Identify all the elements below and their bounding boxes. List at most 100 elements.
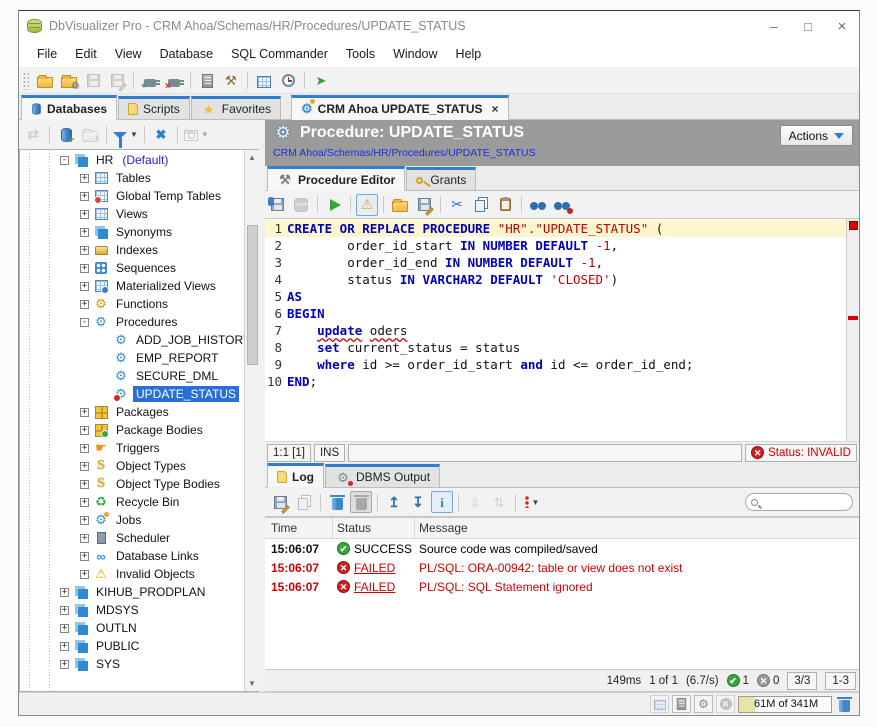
column-time[interactable]: Time bbox=[265, 518, 333, 538]
tree-item-hr[interactable]: -HR(Default) bbox=[20, 151, 244, 169]
tree-expand-box[interactable]: + bbox=[60, 660, 69, 669]
tree-expand-box[interactable]: + bbox=[80, 246, 89, 255]
scrollbar-up-icon[interactable]: ▲ bbox=[245, 150, 259, 165]
tab-crm-ahoa-update-status[interactable]: CRM Ahoa UPDATE_STATUS × bbox=[291, 95, 509, 120]
menu-window[interactable]: Window bbox=[385, 43, 445, 65]
grid-window-button[interactable] bbox=[253, 70, 275, 92]
menu-view[interactable]: View bbox=[107, 43, 150, 65]
find-button[interactable] bbox=[527, 194, 549, 216]
tab-procedure-editor[interactable]: Procedure Editor bbox=[267, 166, 405, 191]
tree-item-public[interactable]: +PUBLIC bbox=[20, 637, 244, 655]
tree-expand-box[interactable]: + bbox=[80, 210, 89, 219]
tree-item-mdsys[interactable]: +MDSYS bbox=[20, 601, 244, 619]
grid-status-button[interactable] bbox=[650, 695, 669, 713]
gc-trash-button[interactable] bbox=[835, 695, 854, 713]
error-marker-top[interactable] bbox=[849, 221, 858, 230]
save-proc-button[interactable] bbox=[266, 194, 288, 216]
tree-item-invalid-objects[interactable]: +Invalid Objects bbox=[20, 565, 244, 583]
open-folder-button[interactable] bbox=[389, 194, 411, 216]
tree-item-recycle-bin[interactable]: +Recycle Bin bbox=[20, 493, 244, 511]
tree-expand-box[interactable]: + bbox=[80, 426, 89, 435]
tools-button[interactable] bbox=[220, 70, 242, 92]
tree-item-indexes[interactable]: +Indexes bbox=[20, 241, 244, 259]
tree-expand-box[interactable]: + bbox=[80, 300, 89, 309]
actions-button[interactable]: Actions bbox=[780, 125, 853, 146]
column-status[interactable]: Status bbox=[333, 518, 415, 538]
tree-expand-box[interactable]: + bbox=[80, 570, 89, 579]
tree-item-update-status[interactable]: UPDATE_STATUS bbox=[20, 385, 244, 403]
create-db-button[interactable]: + bbox=[55, 124, 77, 146]
disconnect-button[interactable]: × bbox=[163, 70, 185, 92]
code-line-2[interactable]: 2 order_id_start IN NUMBER DEFAULT -1, bbox=[265, 237, 846, 254]
tree-expand-box[interactable]: + bbox=[80, 174, 89, 183]
code-line-10[interactable]: 10END; bbox=[265, 373, 846, 390]
maximize-button[interactable]: □ bbox=[791, 11, 825, 41]
tree-collapse-box[interactable]: - bbox=[80, 318, 89, 327]
tree-item-jobs[interactable]: +Jobs bbox=[20, 511, 244, 529]
tree-expand-box[interactable]: + bbox=[80, 444, 89, 453]
tree-item-database-links[interactable]: +Database Links bbox=[20, 547, 244, 565]
tree-item-tables[interactable]: +Tables bbox=[20, 169, 244, 187]
code-line-1[interactable]: 1CREATE OR REPLACE PROCEDURE "HR"."UPDAT… bbox=[265, 220, 846, 237]
sql-editor[interactable]: 1CREATE OR REPLACE PROCEDURE "HR"."UPDAT… bbox=[265, 219, 859, 441]
copy-button[interactable] bbox=[470, 194, 492, 216]
tree-item-scheduler[interactable]: +Scheduler bbox=[20, 529, 244, 547]
scroll-bottom-button[interactable] bbox=[407, 491, 429, 513]
info-button[interactable] bbox=[431, 491, 453, 513]
tree-expand-box[interactable]: + bbox=[80, 264, 89, 273]
log-row[interactable]: 15:06:07✕FAILEDPL/SQL: SQL Statement ign… bbox=[265, 577, 859, 596]
tree-expand-box[interactable]: + bbox=[80, 498, 89, 507]
tree-expand-box[interactable]: + bbox=[80, 552, 89, 561]
tree-item-procedures[interactable]: -Procedures bbox=[20, 313, 244, 331]
memory-gauge[interactable]: 61M of 341M bbox=[738, 696, 832, 713]
tree-expand-box[interactable]: + bbox=[60, 588, 69, 597]
toolbar-grip[interactable] bbox=[23, 72, 29, 90]
code-lines[interactable]: 1CREATE OR REPLACE PROCEDURE "HR"."UPDAT… bbox=[265, 219, 846, 441]
save-as-button[interactable] bbox=[413, 194, 435, 216]
connect-button[interactable]: + bbox=[139, 70, 161, 92]
tree-item-object-type-bodies[interactable]: +Object Type Bodies bbox=[20, 475, 244, 493]
minimize-button[interactable]: – bbox=[757, 11, 791, 41]
code-line-5[interactable]: 5AS bbox=[265, 288, 846, 305]
log-search-input[interactable] bbox=[762, 496, 842, 508]
tree-collapse-box[interactable]: - bbox=[60, 156, 69, 165]
monitor-clock-button[interactable] bbox=[277, 70, 299, 92]
menu-help[interactable]: Help bbox=[448, 43, 490, 65]
code-line-9[interactable]: 9 where id >= order_id_start and id <= o… bbox=[265, 356, 846, 373]
tab-grants[interactable]: Grants bbox=[406, 167, 476, 190]
menu-file[interactable]: File bbox=[29, 43, 65, 65]
collapse-all-button[interactable] bbox=[150, 124, 172, 146]
close-button[interactable]: × bbox=[825, 11, 859, 41]
scrollbar-thumb[interactable] bbox=[247, 225, 258, 365]
tree-item-packages[interactable]: +Packages bbox=[20, 403, 244, 421]
menu-database[interactable]: Database bbox=[152, 43, 222, 65]
menu-tools[interactable]: Tools bbox=[338, 43, 383, 65]
tree-item-outln[interactable]: +OUTLN bbox=[20, 619, 244, 637]
code-line-7[interactable]: 7 update oders bbox=[265, 322, 846, 339]
tree-expand-box[interactable]: + bbox=[80, 192, 89, 201]
tree-expand-box[interactable]: + bbox=[60, 624, 69, 633]
code-line-4[interactable]: 4 status IN VARCHAR2 DEFAULT 'CLOSED') bbox=[265, 271, 846, 288]
tree-expand-box[interactable]: + bbox=[80, 408, 89, 417]
warning-button[interactable] bbox=[356, 194, 378, 216]
tree-expand-box[interactable]: + bbox=[60, 642, 69, 651]
save-as-button[interactable] bbox=[269, 491, 291, 513]
more-button[interactable]: ▼ bbox=[521, 491, 543, 513]
log-row[interactable]: 15:06:07✔SUCCESSSource code was compiled… bbox=[265, 539, 859, 558]
tree-expand-box[interactable]: + bbox=[80, 462, 89, 471]
tab-close-icon[interactable]: × bbox=[492, 102, 499, 116]
tab-log[interactable]: Log bbox=[267, 463, 324, 488]
code-line-3[interactable]: 3 order_id_end IN NUMBER DEFAULT -1, bbox=[265, 254, 846, 271]
delete-button[interactable] bbox=[326, 491, 348, 513]
code-line-8[interactable]: 8 set current_status = status bbox=[265, 339, 846, 356]
column-message[interactable]: Message bbox=[415, 521, 859, 535]
tree-item-kihub-prodplan[interactable]: +KIHUB_PRODPLAN bbox=[20, 583, 244, 601]
tree-item-global-temp-tables[interactable]: +Global Temp Tables bbox=[20, 187, 244, 205]
tree-expand-box[interactable]: + bbox=[80, 516, 89, 525]
paste-button[interactable] bbox=[494, 194, 516, 216]
menu-sql-commander[interactable]: SQL Commander bbox=[223, 43, 336, 65]
tree-expand-box[interactable]: + bbox=[80, 228, 89, 237]
tree-item-object-types[interactable]: +Object Types bbox=[20, 457, 244, 475]
server-button[interactable] bbox=[196, 70, 218, 92]
play-button[interactable] bbox=[323, 194, 345, 216]
